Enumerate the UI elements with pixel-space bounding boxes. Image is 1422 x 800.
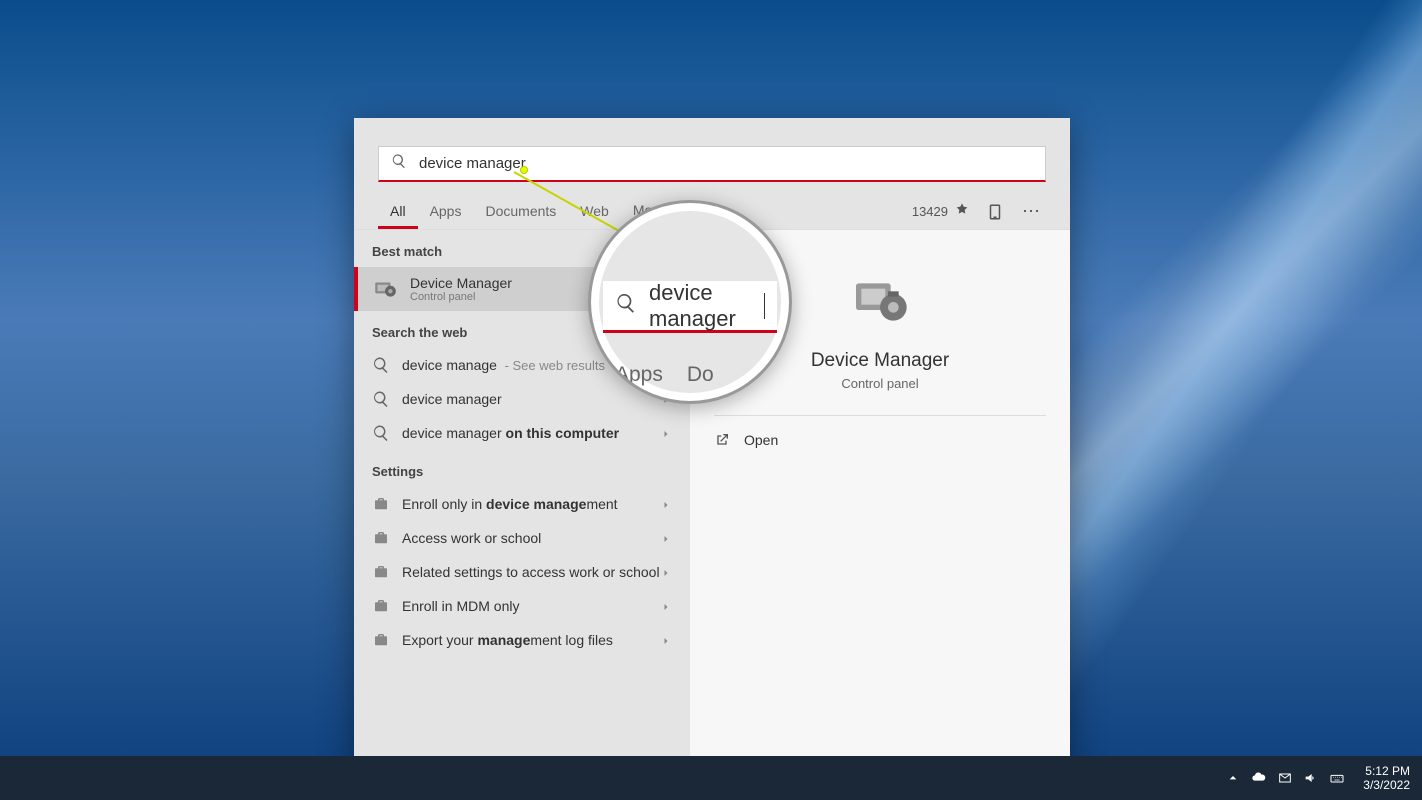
settings-bold: manage [477, 632, 530, 648]
settings-result-3[interactable]: Enroll in MDM only [354, 589, 690, 623]
result-text: Enroll in MDM only [402, 598, 660, 614]
preview-action-label: Open [744, 432, 778, 448]
result-text: Related settings to access work or schoo… [402, 564, 660, 580]
chevron-right-icon [660, 600, 672, 612]
open-external-icon [714, 432, 730, 448]
web-result-prefix: device manager [402, 425, 502, 441]
search-icon [391, 153, 407, 174]
device-manager-large-icon [848, 270, 912, 334]
magnifier-text-wrap: device manager [649, 280, 765, 332]
web-result-prefix: device manager [402, 391, 502, 407]
preview-subtitle: Control panel [714, 376, 1046, 391]
chevron-right-icon [660, 532, 672, 544]
settings-bold: device manage [486, 496, 586, 512]
taskbar: 5:12 PM 3/3/2022 [0, 756, 1422, 800]
web-result-2[interactable]: device manager on this computer [354, 416, 690, 450]
tab-documents[interactable]: Documents [473, 195, 568, 229]
settings-post: ment [586, 496, 617, 512]
web-result-prefix: device manage [402, 357, 497, 373]
chevron-right-icon [660, 566, 672, 578]
tray-time: 5:12 PM [1363, 764, 1410, 778]
tray-clock[interactable]: 5:12 PM 3/3/2022 [1363, 764, 1410, 793]
briefcase-icon [372, 597, 390, 615]
settings-pre: Enroll only in [402, 496, 486, 512]
settings-result-2[interactable]: Related settings to access work or schoo… [354, 555, 690, 589]
search-icon [615, 292, 637, 319]
points-value: 13429 [912, 204, 948, 219]
magnifier-tabs: Apps Do [615, 363, 714, 387]
device-manager-icon [372, 276, 398, 302]
result-text: Export your management log files [402, 632, 660, 648]
onedrive-icon[interactable] [1251, 770, 1267, 786]
web-result-hint: - See web results [501, 358, 605, 373]
settings-pre: Export your [402, 632, 477, 648]
tab-web[interactable]: Web [568, 195, 621, 229]
result-title: Device Manager [410, 275, 512, 291]
result-text: Enroll only in device management [402, 496, 660, 512]
rewards-icon [954, 202, 970, 221]
tray-date: 3/3/2022 [1363, 778, 1410, 792]
volume-icon[interactable] [1303, 770, 1319, 786]
briefcase-icon [372, 529, 390, 547]
more-options-icon[interactable]: ⋯ [1016, 201, 1046, 222]
result-text: device manager on this computer [402, 425, 660, 441]
search-icon [372, 390, 390, 408]
magnifier-callout: device manager Apps Do [588, 200, 792, 404]
search-bar[interactable] [378, 146, 1046, 182]
phone-link-icon[interactable] [986, 203, 1004, 221]
mail-icon[interactable] [1277, 770, 1293, 786]
result-text: device manager [402, 391, 660, 407]
magnifier-search-bar: device manager [603, 281, 777, 333]
search-icon [372, 356, 390, 374]
preview-action-open[interactable]: Open [690, 416, 1070, 464]
result-text: Access work or school [402, 530, 660, 546]
web-result-bold: on this computer [502, 425, 619, 441]
callout-origin-dot [520, 166, 528, 174]
tray-chevron-up-icon[interactable] [1225, 770, 1241, 786]
search-bar-container [354, 118, 1070, 182]
settings-result-4[interactable]: Export your management log files [354, 623, 690, 657]
briefcase-icon [372, 563, 390, 581]
magnifier-text: device manager [649, 280, 762, 332]
magnifier-tab-docs: Do [687, 363, 714, 387]
chevron-right-icon [660, 498, 672, 510]
briefcase-icon [372, 495, 390, 513]
search-input[interactable] [419, 155, 1033, 172]
settings-result-1[interactable]: Access work or school [354, 521, 690, 555]
magnifier-tab-apps: Apps [615, 363, 663, 387]
system-tray: 5:12 PM 3/3/2022 [1225, 764, 1410, 793]
briefcase-icon [372, 631, 390, 649]
tab-all[interactable]: All [378, 195, 418, 229]
rewards-points[interactable]: 13429 [912, 202, 970, 221]
tab-apps[interactable]: Apps [418, 195, 474, 229]
chevron-right-icon [660, 634, 672, 646]
text-caret [764, 293, 765, 319]
settings-result-0[interactable]: Enroll only in device management [354, 487, 690, 521]
chevron-right-icon [660, 427, 672, 439]
keyboard-icon[interactable] [1329, 770, 1345, 786]
desktop: All Apps Documents Web More ▾ 13429 ⋯ [0, 0, 1422, 800]
section-settings: Settings [354, 450, 690, 487]
settings-post: ment log files [530, 632, 612, 648]
search-icon [372, 424, 390, 442]
